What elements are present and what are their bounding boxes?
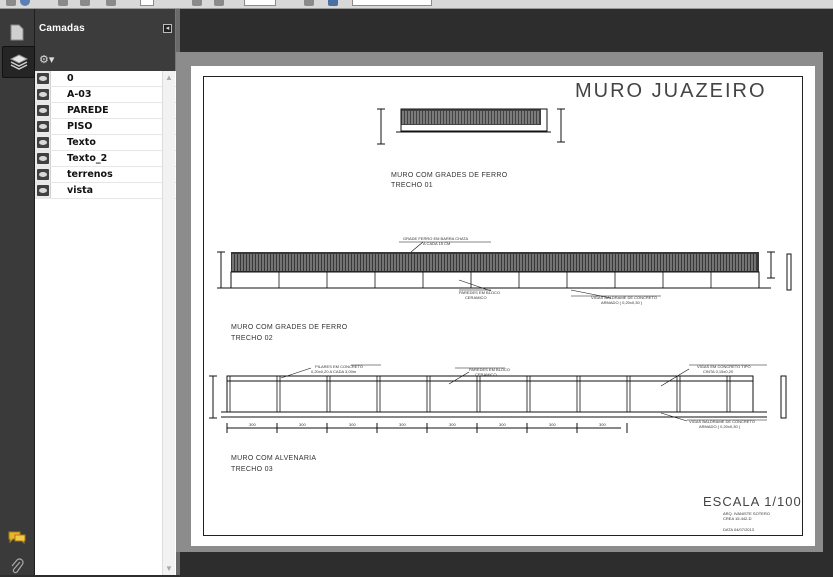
print-icon[interactable] bbox=[58, 0, 68, 6]
zoom-field[interactable] bbox=[244, 0, 276, 6]
layers-panel-header: Camadas ◂ bbox=[35, 9, 175, 49]
note-paredes-3b: CERAMICO bbox=[475, 372, 497, 377]
visibility-eye-icon[interactable] bbox=[37, 169, 49, 180]
layer-name: terrenos bbox=[67, 169, 113, 180]
drawing-date: DATA 04/07/2013 bbox=[723, 527, 754, 532]
dimension-label: 300 bbox=[299, 422, 306, 427]
note-paredes-2: CERAMICO bbox=[465, 295, 487, 300]
section3-caption: MURO COM ALVENARIA bbox=[231, 455, 317, 462]
dimension-label: 300 bbox=[249, 422, 256, 427]
scroll-down-icon[interactable]: ▼ bbox=[165, 564, 173, 573]
collapse-panel-icon[interactable]: ◂ bbox=[163, 24, 172, 33]
visibility-eye-icon[interactable] bbox=[37, 121, 49, 132]
layers-list: 0 A-03 PAREDE PISO Texto Texto_2 terreno… bbox=[35, 71, 176, 575]
comment-icon bbox=[8, 531, 26, 544]
layer-item[interactable]: PAREDE bbox=[35, 103, 176, 119]
layer-name: PAREDE bbox=[67, 105, 109, 116]
layer-item[interactable]: terrenos bbox=[35, 167, 176, 183]
author-crea: CREA 15.442-D bbox=[723, 516, 752, 521]
layers-toolbar: ⚙▾ bbox=[35, 49, 175, 72]
zoom-in-icon[interactable] bbox=[214, 0, 224, 6]
fence-trecho-01 bbox=[377, 108, 565, 145]
page-icon bbox=[10, 24, 24, 40]
forward-icon[interactable] bbox=[106, 0, 116, 6]
cad-drawing: 300 300 300 300 300 300 300 300 bbox=[209, 108, 792, 433]
visibility-eye-icon[interactable] bbox=[37, 137, 49, 148]
section1-trecho: TRECHO 01 bbox=[391, 182, 433, 189]
zoom-out-icon[interactable] bbox=[192, 0, 202, 6]
top-toolbar bbox=[0, 0, 833, 9]
layers-panel-title: Camadas bbox=[39, 23, 85, 34]
layer-item[interactable]: 0 bbox=[35, 71, 176, 87]
layer-name: 0 bbox=[67, 73, 74, 84]
section2-caption: MURO COM GRADES DE FERRO bbox=[231, 324, 348, 331]
note-pilares-2: 0,20x0,20 A CADA 3,00m bbox=[311, 369, 357, 374]
search-field[interactable] bbox=[352, 0, 432, 6]
scale-label: ESCALA 1/100 bbox=[703, 494, 802, 509]
comments-panel-button[interactable] bbox=[6, 526, 28, 548]
globe-icon[interactable] bbox=[20, 0, 30, 6]
layers-panel: Camadas ◂ ⚙▾ 0 A-03 PAREDE PISO Texto Te… bbox=[35, 9, 176, 575]
layer-item[interactable]: Texto bbox=[35, 135, 176, 151]
layers-scrollbar[interactable]: ▲ ▼ bbox=[162, 71, 175, 575]
dimension-label: 300 bbox=[449, 422, 456, 427]
pages-panel-button[interactable] bbox=[6, 21, 28, 43]
visibility-eye-icon[interactable] bbox=[37, 89, 49, 100]
fit-width-icon[interactable] bbox=[328, 0, 338, 6]
visibility-eye-icon[interactable] bbox=[37, 185, 49, 196]
layer-name: PISO bbox=[67, 121, 93, 132]
section1-caption: MURO COM GRADES DE FERRO bbox=[391, 172, 508, 179]
visibility-eye-icon[interactable] bbox=[37, 153, 49, 164]
pdf-page: 300 300 300 300 300 300 300 300 MURO JUAZEIRO M… bbox=[191, 66, 815, 546]
paperclip-icon bbox=[11, 558, 24, 574]
scroll-up-icon[interactable]: ▲ bbox=[165, 73, 173, 82]
layer-name: Texto_2 bbox=[67, 153, 108, 164]
back-icon[interactable] bbox=[80, 0, 90, 6]
dimension-label: 300 bbox=[599, 422, 606, 427]
dimension-label: 300 bbox=[349, 422, 356, 427]
section3-trecho: TRECHO 03 bbox=[231, 466, 273, 473]
visibility-eye-icon[interactable] bbox=[37, 73, 49, 84]
drawing-title: MURO JUAZEIRO bbox=[575, 80, 767, 102]
page-thumbnail-icon[interactable] bbox=[6, 0, 16, 6]
dimension-label: 300 bbox=[499, 422, 506, 427]
note-grade-2: A CADA 15 CM bbox=[423, 241, 451, 246]
layers-icon bbox=[9, 54, 28, 70]
layer-item[interactable]: vista bbox=[35, 183, 176, 199]
options-menu-icon[interactable]: ⚙▾ bbox=[39, 53, 54, 66]
note-vigas-3b: ARMADO ( 0,20x0,30 ) bbox=[699, 424, 741, 429]
section2-trecho: TRECHO 02 bbox=[231, 335, 273, 342]
fit-page-icon[interactable] bbox=[304, 0, 314, 6]
fence-trecho-02 bbox=[217, 251, 792, 291]
layer-item[interactable]: A-03 bbox=[35, 87, 176, 103]
layer-item[interactable]: Texto_2 bbox=[35, 151, 176, 167]
page-number-field[interactable] bbox=[140, 0, 154, 6]
attachments-panel-button[interactable] bbox=[6, 555, 28, 577]
layers-panel-button[interactable] bbox=[2, 46, 35, 78]
dimension-label: 300 bbox=[549, 422, 556, 427]
note-vigas-2: ARMADO ( 0,20x0,30 ) bbox=[601, 300, 643, 305]
layer-name: Texto bbox=[67, 137, 96, 148]
visibility-eye-icon[interactable] bbox=[37, 105, 49, 116]
note-vigas-tipo-2: CINTA 0,15x0,20 bbox=[703, 369, 734, 374]
dimension-label: 300 bbox=[399, 422, 406, 427]
navigation-rail bbox=[0, 9, 35, 575]
layer-name: vista bbox=[67, 185, 94, 196]
layer-item[interactable]: PISO bbox=[35, 119, 176, 135]
layer-name: A-03 bbox=[67, 89, 92, 100]
